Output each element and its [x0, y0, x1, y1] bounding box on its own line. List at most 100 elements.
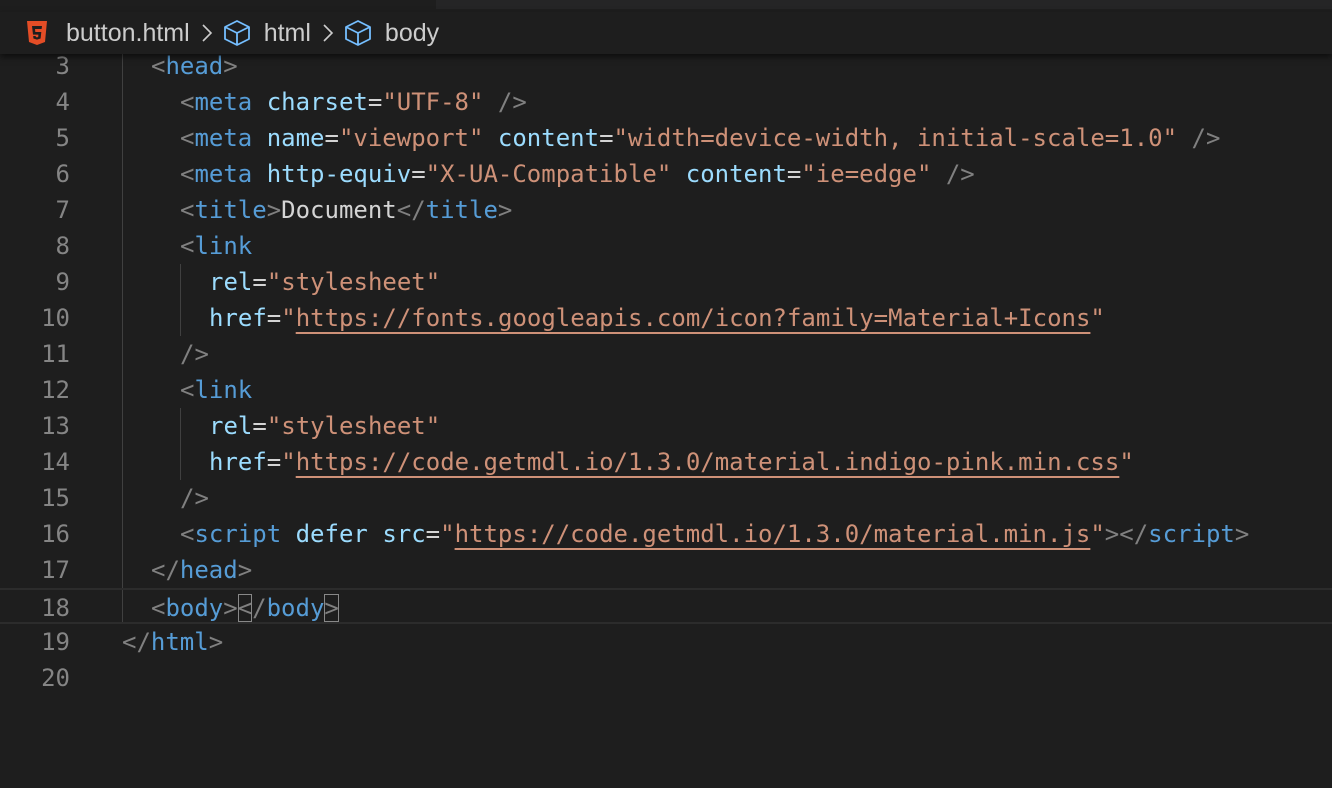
code-line[interactable]: 8 <link — [0, 228, 1332, 264]
line-number: 8 — [55, 232, 70, 260]
editor-text-area[interactable]: 3 <head> 4 <meta charset="UTF-8" /> 5 <meta n… — [0, 48, 1332, 788]
token-tag: link — [194, 376, 253, 404]
code-text: href="https://code.getmdl.io/1.3.0/mater… — [209, 444, 1134, 480]
breadcrumb-item-label: html — [263, 18, 311, 47]
token-punc: < — [151, 52, 166, 80]
code-line[interactable]: 20 — [0, 660, 1332, 696]
token-punc: </ — [396, 196, 426, 224]
code-text: <body></body> — [151, 590, 339, 626]
token-tag: head — [179, 556, 238, 584]
token-punc: > — [223, 52, 238, 80]
token-str: "stylesheet" — [266, 268, 441, 296]
token-punc: </ — [151, 556, 180, 584]
code-line[interactable]: 12 <link — [0, 372, 1332, 408]
token-text: Document — [281, 196, 397, 224]
token-url: https://code.getmdl.io/1.3.0/material.mi… — [454, 520, 1091, 548]
token-tag: meta — [194, 88, 253, 116]
token-attr: defer — [295, 520, 368, 548]
code-text: <meta http-equiv="X-UA-Compatible" conte… — [180, 156, 975, 192]
code-line[interactable]: 5 <meta name="viewport" content="width=de… — [0, 120, 1332, 156]
token-str: " — [1090, 520, 1105, 548]
token-url: https://code.getmdl.io/1.3.0/material.in… — [295, 448, 1120, 476]
token-attr: name — [266, 124, 325, 152]
token-punc: > — [497, 196, 513, 224]
code-text: <link — [180, 372, 252, 408]
code-text: <meta charset="UTF-8" /> — [180, 84, 527, 120]
code-editor-window: button.html html body 3 <head> 4 <meta c… — [0, 0, 1332, 788]
token-attr: charset — [266, 88, 368, 116]
code-line[interactable]: 19 </html> — [0, 624, 1332, 660]
token-url: https://fonts.googleapis.com/icon?family… — [295, 304, 1091, 332]
code-line[interactable]: 17 </head> — [0, 552, 1332, 588]
code-line[interactable]: 11 /> — [0, 336, 1332, 372]
token-eq: = — [252, 268, 267, 296]
tab-bar-background — [436, 0, 1332, 9]
token-tag: title — [425, 196, 498, 224]
token-attr: href — [209, 304, 267, 332]
code-line[interactable]: 9 rel="stylesheet" — [0, 264, 1332, 300]
token-punc: > — [266, 196, 282, 224]
token-tag: script — [194, 520, 282, 548]
code-line[interactable]: 13 rel="stylesheet" — [0, 408, 1332, 444]
token-punc: /> — [1191, 124, 1221, 152]
code-line[interactable]: 10 href="https://fonts.googleapis.com/ico… — [0, 300, 1332, 336]
breadcrumb-item-label: body — [384, 18, 440, 47]
line-number: 10 — [41, 304, 70, 332]
token-str: "UTF-8" — [382, 88, 484, 116]
token-eq: = — [411, 160, 426, 188]
breadcrumb-item-html[interactable]: html — [222, 12, 311, 54]
code-line[interactable]: 4 <meta charset="UTF-8" /> — [0, 84, 1332, 120]
token-attr: content — [497, 124, 600, 152]
token-punc: < — [180, 376, 195, 404]
code-text: <script defer src="https://code.getmdl.i… — [180, 516, 1249, 552]
token-eq: = — [252, 412, 267, 440]
token-punc: > — [1234, 520, 1250, 548]
html5-icon — [26, 20, 48, 46]
token-tag: meta — [194, 124, 253, 152]
code-text: <title>Document</title> — [180, 192, 512, 228]
token-punc: /> — [497, 88, 527, 116]
code-line[interactable]: 14 href="https://code.getmdl.io/1.3.0/mat… — [0, 444, 1332, 480]
token-eq: = — [425, 520, 441, 548]
token-punc: < — [180, 520, 195, 548]
breadcrumb-item-body[interactable]: body — [343, 12, 439, 54]
line-number: 9 — [55, 268, 70, 296]
line-number: 18 — [41, 594, 70, 622]
token-tag: body — [266, 594, 325, 622]
cube-icon — [343, 18, 373, 48]
code-text: </html> — [122, 624, 223, 660]
token-str: "width=device-width, initial-scale=1.0" — [613, 124, 1178, 152]
breadcrumb-file[interactable]: button.html — [0, 12, 190, 54]
code-text: <link — [180, 228, 252, 264]
code-line[interactable]: 18 <body></body> — [0, 588, 1332, 624]
token-punc: </ — [122, 628, 151, 656]
token-punc: < — [180, 124, 195, 152]
line-number: 20 — [41, 664, 70, 692]
chevron-right-icon — [317, 20, 339, 46]
line-number: 5 — [55, 124, 70, 152]
line-number: 14 — [41, 448, 70, 476]
code-line[interactable]: 6 <meta http-equiv="X-UA-Compatible" cont… — [0, 156, 1332, 192]
code-line[interactable]: 15 /> — [0, 480, 1332, 516]
chevron-right-icon — [196, 20, 218, 46]
token-tag: html — [150, 628, 209, 656]
code-line[interactable]: 16 <script defer src="https://code.getmdl… — [0, 516, 1332, 552]
token-punc: > — [208, 628, 224, 656]
token-tag: link — [194, 232, 253, 260]
line-number: 17 — [41, 556, 70, 584]
token-eq: = — [786, 160, 802, 188]
token-tag: head — [165, 52, 224, 80]
token-tag: script — [1148, 520, 1235, 548]
token-tag: meta — [194, 160, 253, 188]
token-punc: < — [180, 160, 195, 188]
token-punc: /> — [945, 160, 975, 188]
code-line[interactable]: 7 <title>Document</title> — [0, 192, 1332, 228]
token-punc: > — [223, 594, 238, 622]
token-str: " — [1090, 304, 1105, 332]
